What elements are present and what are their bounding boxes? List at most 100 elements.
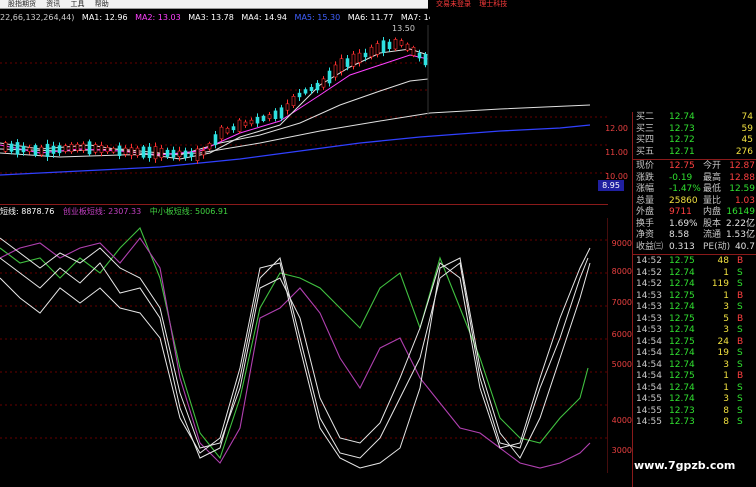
- tick-time: 14:54: [636, 359, 662, 370]
- tick-row[interactable]: 14:54 12.75 1 B: [633, 371, 756, 383]
- menu-tools[interactable]: 工具: [70, 0, 84, 8]
- indicator-chart[interactable]: [0, 218, 608, 473]
- tick-side: S: [737, 359, 743, 370]
- peak-price-label: 13.50: [392, 25, 415, 33]
- stat-value: 0.313: [669, 241, 695, 252]
- candle-body: [87, 141, 92, 155]
- candle-body: [273, 110, 278, 119]
- tick-row[interactable]: 14:55 12.73 8 S: [633, 417, 756, 429]
- candle-body: [243, 121, 248, 126]
- candle-body: [159, 147, 164, 159]
- candle-body: [369, 46, 374, 58]
- quote-divider: [633, 159, 756, 160]
- tick-price: 12.75: [669, 336, 695, 347]
- tick-volume: 1: [723, 371, 729, 381]
- stat-label: 现价: [636, 161, 655, 171]
- stat-label: 内盘: [703, 207, 722, 217]
- order-book-row[interactable]: 买二 12.74 74: [633, 112, 756, 124]
- candle-body: [303, 89, 308, 94]
- candle-body: [393, 39, 398, 50]
- order-book-volume: 74: [741, 112, 753, 122]
- tick-row[interactable]: 14:54 12.74 3 S: [633, 360, 756, 372]
- candle-body: [249, 119, 254, 125]
- candle-body: [57, 145, 62, 154]
- candle-body: [213, 134, 218, 145]
- tick-volume: 3: [723, 302, 729, 312]
- order-book-price: 12.72: [669, 135, 695, 145]
- stat-label: 涨幅: [636, 184, 655, 194]
- stat-value: 2.22亿: [725, 218, 755, 229]
- menu-help[interactable]: 帮助: [95, 0, 109, 8]
- stat-label: 净资: [636, 230, 655, 240]
- tick-price: 12.73: [669, 417, 695, 427]
- tick-time: 14:55: [636, 417, 662, 427]
- stat-value: 1.03: [734, 195, 755, 206]
- candle-body: [405, 43, 410, 51]
- candle-body: [315, 82, 320, 91]
- candle-body: [183, 150, 188, 158]
- menu-news[interactable]: 资讯: [46, 0, 60, 8]
- tick-row[interactable]: 14:55 12.74 3 S: [633, 394, 756, 406]
- tick-row[interactable]: 14:53 12.74 3 S: [633, 325, 756, 337]
- candle-body: [285, 103, 290, 111]
- candle-body: [21, 145, 26, 153]
- tick-volume: 8: [723, 405, 729, 416]
- tick-side: S: [737, 348, 743, 358]
- order-book-row[interactable]: 买五 12.71 276: [633, 147, 756, 159]
- indicator-axis-label: 9000: [611, 239, 632, 248]
- stat-row: 外盘 9711 内盘 16149: [633, 207, 756, 219]
- tick-price: 12.74: [669, 325, 695, 335]
- candle-body: [381, 40, 386, 53]
- tick-row[interactable]: 14:54 12.75 24 B: [633, 337, 756, 349]
- candle-body: [195, 148, 200, 161]
- order-book: 买二 12.74 74 买三 12.73 59 买四 12.72 45 买五 12.71 276: [633, 112, 756, 158]
- tick-side: S: [737, 279, 743, 289]
- candle-body: [153, 146, 158, 160]
- candle-body: [189, 152, 194, 157]
- candle-body: [309, 87, 314, 91]
- price-axis-label: 11.00: [605, 148, 628, 157]
- candle-body: [81, 143, 86, 151]
- panel-divider: [0, 204, 608, 205]
- candle-body: [231, 126, 236, 131]
- order-book-label: 买三: [636, 123, 655, 134]
- candle-body: [27, 147, 32, 152]
- tick-time: 14:54: [636, 371, 662, 381]
- tick-row[interactable]: 14:52 12.74 1 S: [633, 268, 756, 280]
- tick-time: 14:54: [636, 382, 662, 393]
- tick-list[interactable]: 14:52 12.75 48 B 14:52 12.74 1 S 14:52 12.74 119 S 1…: [633, 256, 756, 429]
- trade-login-link[interactable]: 交易未登录: [436, 0, 471, 8]
- tick-row[interactable]: 14:54 12.74 1 S: [633, 383, 756, 395]
- tick-row[interactable]: 14:52 12.74 119 S: [633, 279, 756, 291]
- tick-volume: 3: [723, 394, 729, 404]
- tick-row[interactable]: 14:53 12.75 5 B: [633, 314, 756, 326]
- tick-side: B: [737, 371, 744, 381]
- candle-body: [123, 147, 128, 155]
- stat-label: 最低: [703, 184, 722, 194]
- tick-row[interactable]: 14:53 12.75 1 B: [633, 291, 756, 303]
- order-book-label: 买五: [636, 146, 655, 157]
- stat-row: 现价 12.75 今开 12.87: [633, 161, 756, 173]
- stat-value: 12.88: [729, 172, 755, 183]
- order-book-row[interactable]: 买三 12.73 59: [633, 124, 756, 136]
- candle-body: [51, 145, 56, 154]
- candle-body: [165, 149, 170, 157]
- tick-time: 14:54: [636, 336, 662, 347]
- tick-row[interactable]: 14:53 12.74 3 S: [633, 302, 756, 314]
- candle-body: [297, 92, 302, 98]
- order-book-row[interactable]: 买四 12.72 45: [633, 135, 756, 147]
- tick-row[interactable]: 14:54 12.74 19 S: [633, 348, 756, 360]
- tick-price: 12.74: [669, 382, 695, 393]
- price-chart[interactable]: 13.50: [0, 25, 608, 205]
- tick-row[interactable]: 14:52 12.75 48 B: [633, 256, 756, 268]
- menu-futures[interactable]: 股指期货: [8, 0, 36, 8]
- menu-bar: 股指期货 资讯 工具 帮助: [0, 0, 428, 9]
- tick-volume: 8: [723, 417, 729, 427]
- tick-row[interactable]: 14:55 12.73 8 S: [633, 406, 756, 418]
- candle-body: [225, 127, 230, 134]
- stat-label: 换手: [636, 218, 655, 229]
- stock-name-link[interactable]: 理士科技: [479, 0, 507, 8]
- stat-value: -1.47%: [669, 184, 701, 194]
- trade-status-bar: 交易未登录 理士科技: [430, 0, 756, 8]
- tick-price: 12.74: [669, 348, 695, 358]
